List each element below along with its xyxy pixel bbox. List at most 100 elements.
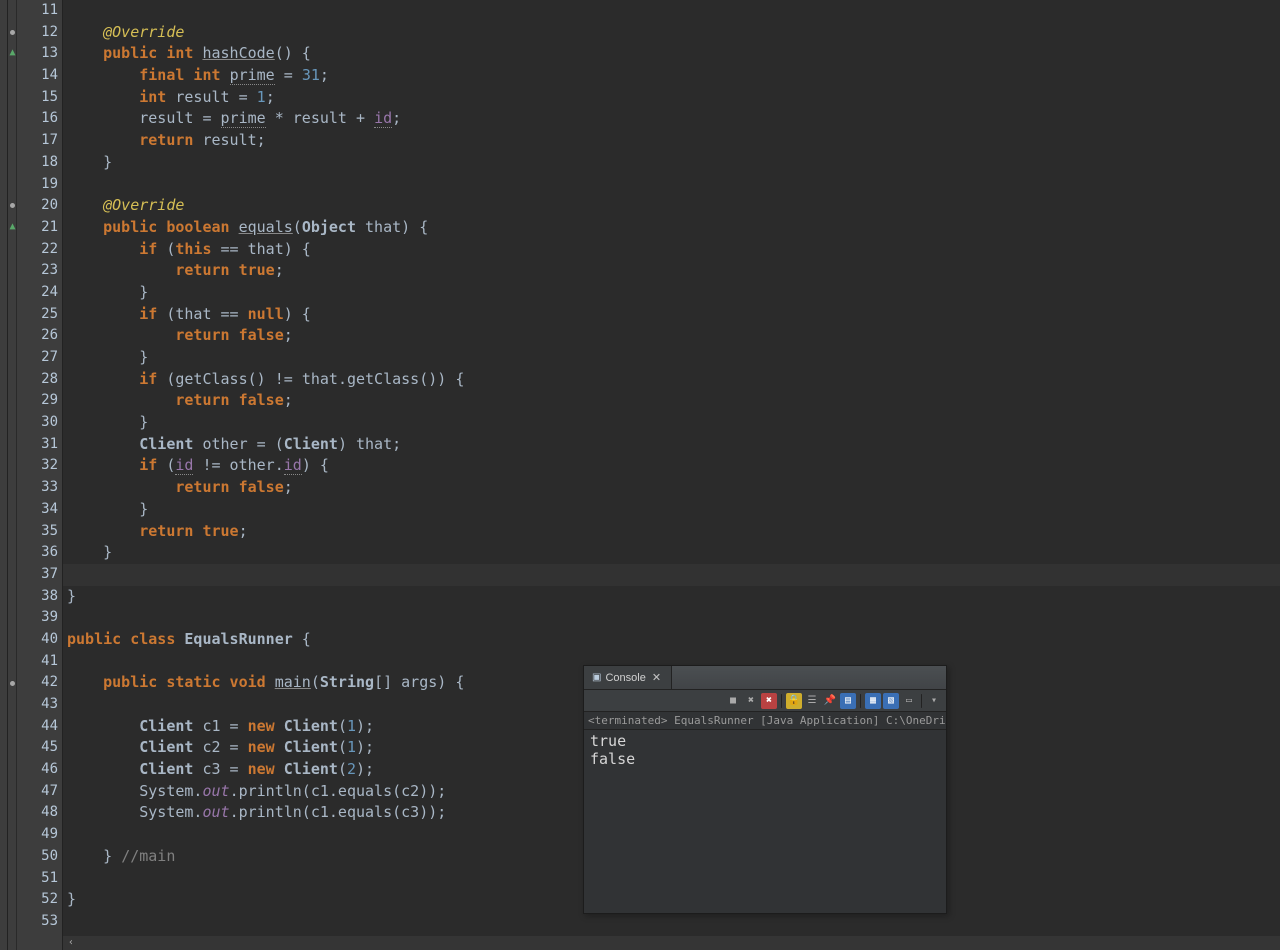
code-line[interactable]: return false; <box>63 390 1280 412</box>
new-icon[interactable]: ▧ <box>883 693 899 709</box>
clear-icon[interactable]: ☰ <box>804 693 820 709</box>
code-line[interactable]: return false; <box>63 477 1280 499</box>
line-number[interactable]: 21▲ <box>17 217 62 239</box>
gutter-dot-icon <box>10 681 15 686</box>
line-number[interactable]: 53 <box>17 911 62 933</box>
line-number[interactable]: 48 <box>17 802 62 824</box>
code-line[interactable]: @Override <box>63 22 1280 44</box>
close-icon[interactable]: ✕ <box>650 671 663 684</box>
override-marker-icon[interactable]: ▲ <box>8 48 17 57</box>
code-line[interactable]: public class EqualsRunner { <box>63 629 1280 651</box>
line-number[interactable]: 30 <box>17 412 62 434</box>
code-line[interactable]: if (that == null) { <box>63 304 1280 326</box>
line-number[interactable]: 37 <box>17 564 62 586</box>
line-number[interactable]: 35 <box>17 521 62 543</box>
line-number[interactable]: 51 <box>17 868 62 890</box>
code-line[interactable] <box>63 607 1280 629</box>
line-number[interactable]: 34 <box>17 499 62 521</box>
line-number[interactable]: 52 <box>17 889 62 911</box>
line-number[interactable]: 49 <box>17 824 62 846</box>
line-number[interactable]: 18 <box>17 152 62 174</box>
code-line[interactable]: return false; <box>63 325 1280 347</box>
console-panel: ▣ Console ✕ ■✖✖🔒☰📌▤▦▧▭▾ <terminated> Equ… <box>583 665 947 914</box>
line-number[interactable]: 24 <box>17 282 62 304</box>
line-number[interactable]: 33 <box>17 477 62 499</box>
line-number[interactable]: 29 <box>17 390 62 412</box>
code-line[interactable]: } <box>63 499 1280 521</box>
line-number[interactable]: 43 <box>17 694 62 716</box>
line-number[interactable]: 47 <box>17 781 62 803</box>
code-line[interactable]: } <box>63 282 1280 304</box>
line-number[interactable]: 44 <box>17 716 62 738</box>
console-toolbar: ■✖✖🔒☰📌▤▦▧▭▾ <box>584 690 946 712</box>
code-line[interactable]: } <box>63 152 1280 174</box>
open-icon[interactable]: ▦ <box>865 693 881 709</box>
code-line[interactable]: } <box>63 586 1280 608</box>
code-line[interactable] <box>63 0 1280 22</box>
line-number[interactable]: 50 <box>17 846 62 868</box>
line-number[interactable]: 38 <box>17 586 62 608</box>
line-number-gutter[interactable]: 111213▲1415161718192021▲2223242526272829… <box>17 0 63 950</box>
line-number[interactable]: 36 <box>17 542 62 564</box>
console-tab-label: Console <box>605 672 645 684</box>
line-number[interactable]: 32 <box>17 455 62 477</box>
line-number[interactable]: 26 <box>17 325 62 347</box>
horizontal-scrollbar[interactable]: ‹ <box>63 936 1280 950</box>
line-number[interactable]: 23 <box>17 260 62 282</box>
line-number[interactable]: 19 <box>17 174 62 196</box>
menu-icon[interactable]: ▾ <box>926 693 942 709</box>
code-line[interactable]: final int prime = 31; <box>63 65 1280 87</box>
code-line[interactable]: @Override <box>63 195 1280 217</box>
line-number[interactable]: 15 <box>17 87 62 109</box>
scroll-left-icon[interactable]: ‹ <box>63 936 79 950</box>
line-number[interactable]: 17 <box>17 130 62 152</box>
line-number[interactable]: 45 <box>17 737 62 759</box>
code-line[interactable]: result = prime * result + id; <box>63 108 1280 130</box>
code-line[interactable]: int result = 1; <box>63 87 1280 109</box>
line-number[interactable]: 22 <box>17 239 62 261</box>
line-number[interactable]: 12 <box>17 22 62 44</box>
code-line[interactable]: public int hashCode() { <box>63 43 1280 65</box>
code-line[interactable]: return true; <box>63 521 1280 543</box>
line-number[interactable]: 16 <box>17 108 62 130</box>
code-line[interactable]: Client other = (Client) that; <box>63 434 1280 456</box>
console-output[interactable]: true false <box>584 730 946 913</box>
pin-icon[interactable]: 📌 <box>822 693 838 709</box>
code-line[interactable]: } <box>63 347 1280 369</box>
line-number[interactable]: 27 <box>17 347 62 369</box>
code-line[interactable]: if (this == that) { <box>63 239 1280 261</box>
code-line[interactable]: if (getClass() != that.getClass()) { <box>63 369 1280 391</box>
line-number[interactable]: 40 <box>17 629 62 651</box>
display-icon[interactable]: ▤ <box>840 693 856 709</box>
line-number[interactable]: 14 <box>17 65 62 87</box>
console-tabbar: ▣ Console ✕ <box>584 666 946 690</box>
code-line[interactable] <box>63 911 1280 933</box>
line-number[interactable]: 13▲ <box>17 43 62 65</box>
code-line[interactable]: public boolean equals(Object that) { <box>63 217 1280 239</box>
line-number[interactable]: 31 <box>17 434 62 456</box>
remove-all-icon[interactable]: ✖ <box>761 693 777 709</box>
console-tab[interactable]: ▣ Console ✕ <box>584 666 672 689</box>
code-line[interactable]: } <box>63 412 1280 434</box>
code-line[interactable]: return result; <box>63 130 1280 152</box>
min-icon[interactable]: ▭ <box>901 693 917 709</box>
code-line[interactable]: if (id != other.id) { <box>63 455 1280 477</box>
remove-icon[interactable]: ✖ <box>743 693 759 709</box>
line-number[interactable]: 42 <box>17 672 62 694</box>
line-number[interactable]: 39 <box>17 607 62 629</box>
scroll-lock-icon[interactable]: 🔒 <box>786 693 802 709</box>
line-number[interactable]: 46 <box>17 759 62 781</box>
line-number[interactable]: 20 <box>17 195 62 217</box>
line-number[interactable]: 41 <box>17 651 62 673</box>
gutter-dot-icon <box>10 203 15 208</box>
code-line[interactable] <box>63 174 1280 196</box>
override-marker-icon[interactable]: ▲ <box>8 222 17 231</box>
code-line[interactable] <box>63 564 1280 586</box>
line-number[interactable]: 11 <box>17 0 62 22</box>
code-line[interactable]: } <box>63 542 1280 564</box>
line-number[interactable]: 25 <box>17 304 62 326</box>
code-line[interactable]: return true; <box>63 260 1280 282</box>
line-number[interactable]: 28 <box>17 369 62 391</box>
stop-icon[interactable]: ■ <box>725 693 741 709</box>
marker-strip <box>8 0 17 950</box>
